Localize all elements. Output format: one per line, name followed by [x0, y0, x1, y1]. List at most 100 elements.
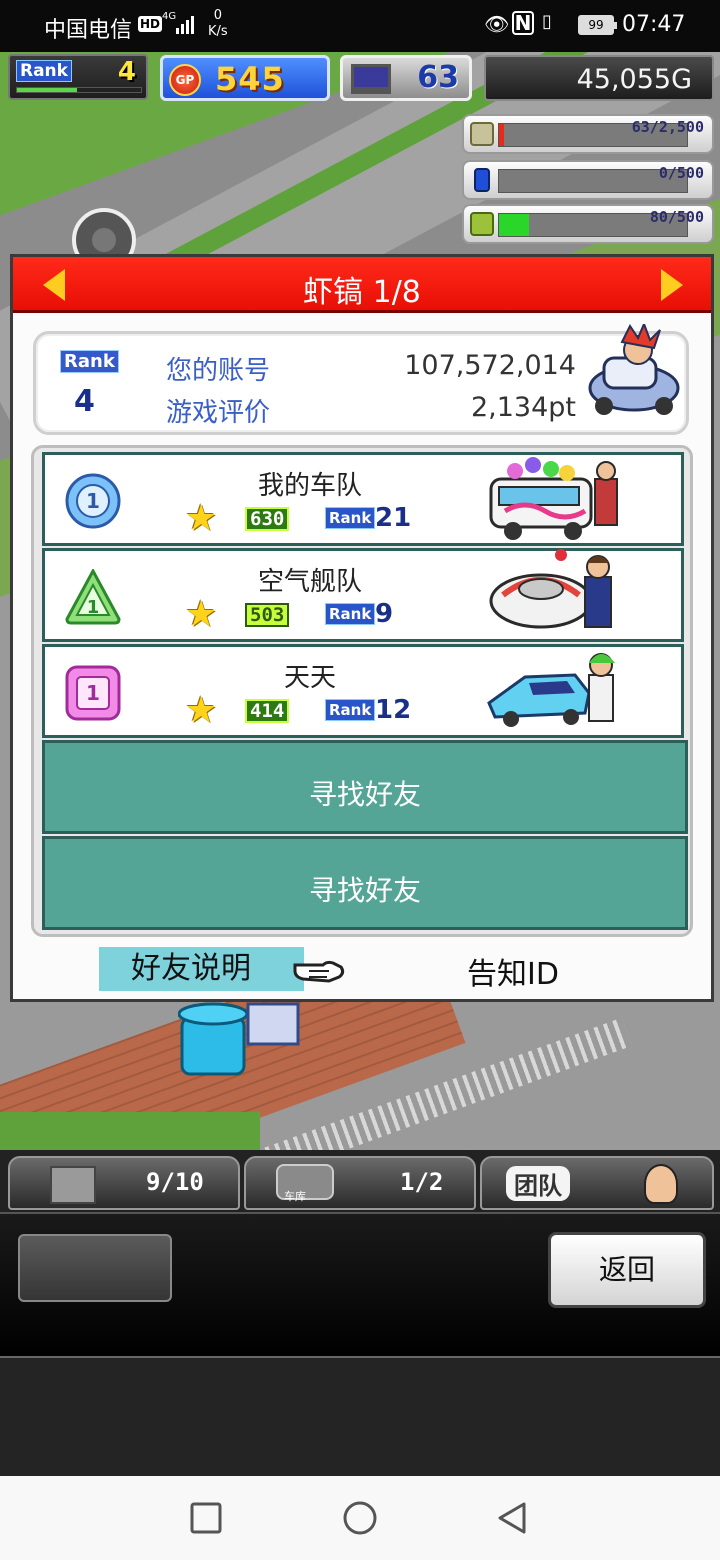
friend-score: 414 — [245, 699, 290, 723]
tab-garage[interactable]: 车库 1/2 — [244, 1156, 476, 1210]
fuel-icon — [474, 168, 490, 192]
find-friend-button[interactable]: 寻找好友 — [42, 740, 688, 834]
star-icon: ★ — [185, 690, 218, 731]
money-value: 45,055G — [576, 64, 692, 95]
star-icon: ★ — [185, 594, 218, 635]
recents-square-icon[interactable] — [188, 1500, 224, 1536]
garage-count: 1/2 — [400, 1168, 444, 1196]
flower-van-car-icon — [489, 457, 618, 540]
friend-score: 630 — [245, 507, 290, 531]
friend-list: 1 我的车队 ★ 630 Rank 21 1 空气舰队 ★ 503 Rank 9… — [31, 445, 693, 937]
carrier-name: 中国电信 — [44, 18, 133, 43]
friend-row[interactable]: 1 我的车队 ★ 630 Rank 21 — [42, 452, 684, 546]
friend-rank-label: Rank — [325, 507, 376, 529]
trash-bin-icon — [178, 1002, 300, 1076]
garage-label: 车库 — [284, 1190, 306, 1203]
friend-name: 我的车队 — [257, 471, 362, 501]
next-arrow-icon[interactable] — [661, 269, 683, 301]
coins-icon — [470, 122, 494, 146]
game-rating-value: 2,134pt — [470, 392, 576, 423]
find-friend-label: 寻找好友 — [308, 874, 421, 907]
rank-value: 4 — [117, 57, 136, 87]
hd-badge: HD — [138, 16, 163, 32]
speed-value: 0 — [213, 8, 222, 23]
info-box — [18, 1234, 172, 1302]
back-button[interactable]: 返回 — [548, 1232, 706, 1308]
computer-icon — [351, 64, 391, 94]
find-friend-label: 寻找好友 — [308, 778, 421, 811]
friend-rank-label: Rank — [325, 603, 376, 625]
resource-fuel[interactable]: 0/500 — [462, 160, 714, 200]
friend-help-button[interactable]: 好友说明 — [99, 947, 304, 991]
friend-rank-label: Rank — [325, 699, 376, 721]
resource-amount: 63/2,500 — [631, 118, 704, 136]
battery-icon: 99 — [578, 15, 617, 35]
gp-coin-icon: GP — [169, 64, 201, 96]
clock: 07:47 — [622, 12, 686, 37]
status-bar: 中国电信 HD 4G 0 K/s 👁 N ▯ 99 07:47 — [0, 0, 720, 52]
svg-text:1: 1 — [86, 489, 100, 513]
network-speed: 0 K/s — [208, 8, 228, 40]
tab-team[interactable]: 团队 — [480, 1156, 714, 1210]
player-rank-panel[interactable]: Rank 4 — [8, 54, 148, 100]
resource-amount: 0/500 — [658, 164, 704, 182]
friend-dialog: 虾镐 1/8 Rank 4 您的账号 107,572,014 游戏评价 2,13… — [10, 254, 714, 1002]
bottom-panel: 返回 — [0, 1212, 720, 1358]
dialog-header: 虾镐 1/8 — [13, 257, 711, 313]
bottom-tab-bar: 9/10 车库 1/2 团队 — [0, 1150, 720, 1216]
friend-rank-value: 9 — [375, 599, 394, 629]
account-rank-value: 4 — [74, 384, 95, 419]
gp-points-panel[interactable]: GP 545 — [160, 55, 330, 101]
svg-text:1: 1 — [86, 681, 100, 705]
home-circle-icon[interactable] — [342, 1500, 378, 1536]
svg-text:1: 1 — [87, 597, 100, 618]
wheat-icon — [470, 212, 494, 236]
research-points-panel[interactable]: 63 — [340, 55, 472, 101]
sports-car-icon — [487, 653, 615, 727]
friend-row[interactable]: 1 天天 ★ 414 Rank 12 — [42, 644, 684, 738]
hover-car-icon — [489, 549, 612, 629]
account-id-label: 您的账号 — [166, 356, 271, 386]
research-points-value: 63 — [417, 60, 459, 95]
money-panel[interactable]: 45,055G — [484, 55, 714, 101]
tab-staff[interactable]: 9/10 — [8, 1156, 240, 1210]
account-id-value: 107,572,014 — [404, 350, 576, 381]
resource-amount: 80/500 — [649, 208, 704, 226]
player-car-avatar-icon — [588, 324, 680, 415]
resource-coins[interactable]: 63/2,500 — [462, 114, 714, 154]
rank-badge-triangle-icon: 1 — [65, 569, 121, 625]
vibrate-icon: ▯ — [542, 11, 552, 32]
rank-progress-bar — [16, 87, 142, 93]
garage-emblem-icon — [72, 208, 136, 262]
game-rating-label: 游戏评价 — [166, 398, 271, 428]
signal-icon — [176, 14, 198, 34]
network-type: 4G — [162, 11, 177, 22]
star-icon: ★ — [185, 498, 218, 539]
dialog-title: 虾镐 1/8 — [303, 275, 421, 310]
system-nav-bar — [0, 1476, 720, 1560]
rank-badge-square-icon: 1 — [65, 665, 121, 721]
friend-row[interactable]: 1 空气舰队 ★ 503 Rank 9 — [42, 548, 684, 642]
staff-count: 9/10 — [146, 1168, 204, 1196]
account-rank-label: Rank — [60, 350, 119, 373]
friend-rank-value: 12 — [375, 695, 412, 725]
friend-name: 天天 — [283, 663, 336, 693]
team-label: 团队 — [506, 1166, 570, 1201]
blank-area — [0, 1358, 720, 1476]
rank-badge-circle-icon: 1 — [65, 473, 121, 529]
crate-icon — [50, 1166, 96, 1204]
pointing-hand-icon — [293, 960, 345, 983]
speed-unit: K/s — [208, 24, 228, 39]
friend-name: 空气舰队 — [257, 567, 362, 597]
my-account-card: Rank 4 您的账号 107,572,014 游戏评价 2,134pt — [33, 324, 689, 435]
resource-crops[interactable]: 80/500 — [462, 204, 714, 244]
nfc-icon: N — [512, 11, 534, 35]
rank-label: Rank — [16, 60, 72, 82]
eye-comfort-icon: 👁 — [484, 12, 510, 36]
notify-id-button[interactable]: 告知ID — [467, 949, 559, 993]
friend-score: 503 — [245, 603, 290, 627]
find-friend-button[interactable]: 寻找好友 — [42, 836, 688, 930]
person-icon — [644, 1164, 678, 1204]
back-triangle-icon[interactable] — [494, 1500, 530, 1536]
gp-value: 545 — [215, 60, 285, 98]
